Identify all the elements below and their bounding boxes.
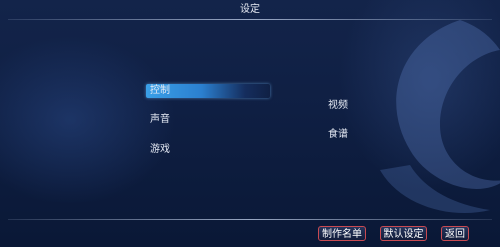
back-button[interactable]: 返回 bbox=[441, 226, 469, 241]
background-emblem-icon bbox=[380, 20, 500, 214]
menu-item-controls[interactable]: 控制 bbox=[146, 84, 270, 98]
footer-divider bbox=[8, 219, 492, 220]
page-title: 设定 bbox=[240, 4, 260, 15]
menu-item-recipes[interactable]: 食谱 bbox=[328, 128, 348, 142]
menu-item-video[interactable]: 视频 bbox=[328, 99, 348, 113]
menu-item-sound[interactable]: 声音 bbox=[150, 113, 170, 127]
menu-item-game[interactable]: 游戏 bbox=[150, 143, 170, 157]
header-divider bbox=[8, 19, 492, 20]
default-settings-button[interactable]: 默认设定 bbox=[380, 226, 427, 241]
credits-button[interactable]: 制作名单 bbox=[318, 226, 366, 241]
